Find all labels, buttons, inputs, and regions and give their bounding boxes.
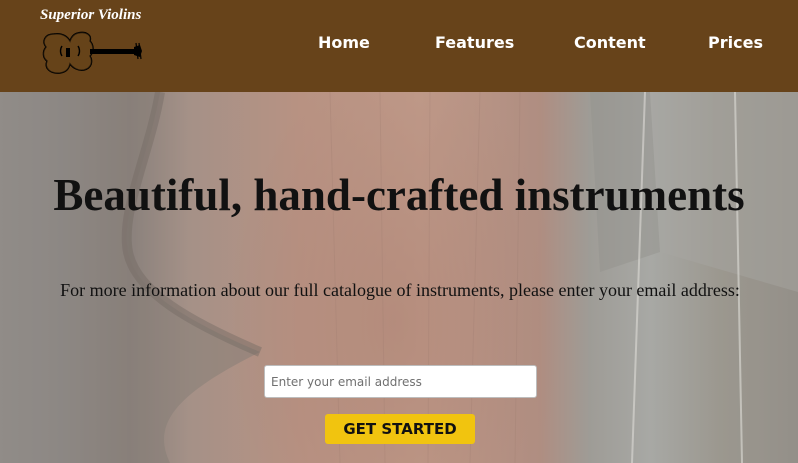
main-nav: Home Features Content Prices (0, 33, 798, 53)
get-started-button[interactable]: GET STARTED (325, 414, 475, 444)
hero-section: Beautiful, hand-crafted instruments For … (0, 92, 798, 463)
brand-name: Superior Violins (40, 7, 142, 23)
hero-title: Beautiful, hand-crafted instruments (53, 170, 745, 220)
nav-prices-link[interactable]: Prices (708, 33, 763, 52)
hero-description: For more information about our full cata… (60, 280, 740, 300)
nav-content-link[interactable]: Content (574, 33, 646, 52)
email-input[interactable] (264, 365, 537, 398)
nav-features-link[interactable]: Features (435, 33, 514, 52)
site-header: Superior Violins Home Features Content P… (0, 0, 798, 92)
nav-home-link[interactable]: Home (318, 33, 370, 52)
hero-overlay (0, 92, 798, 463)
